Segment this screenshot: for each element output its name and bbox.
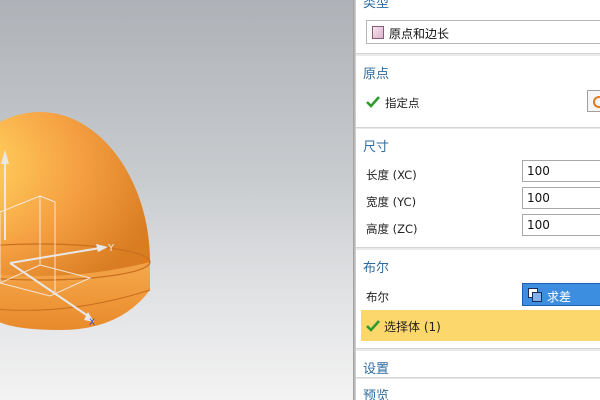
preview-section[interactable]: 预览 xyxy=(356,379,600,400)
boolean-label: 布尔 xyxy=(366,290,389,304)
origin-section: 原点 指定点 xyxy=(356,56,600,128)
width-input[interactable]: 100 xyxy=(522,187,600,209)
type-section-title: 类型 xyxy=(363,0,390,11)
preview-section-title: 预览 xyxy=(363,389,390,400)
dome-model[interactable]: Y X xyxy=(0,0,353,400)
settings-section-title: 设置 xyxy=(363,362,390,377)
subtract-icon xyxy=(528,288,542,302)
block-dialog-panel: 类型 原点和边长 原点 指定点 尺寸 长度 (XC) 100 宽度 (YC) 1… xyxy=(356,0,600,400)
select-body-label: 选择体 (1) xyxy=(384,320,441,334)
axis-y-label: Y xyxy=(107,243,115,254)
dimensions-section-title: 尺寸 xyxy=(363,140,390,155)
graphics-viewport[interactable]: Y X xyxy=(0,0,353,400)
checkmark-icon xyxy=(366,320,380,332)
boolean-dropdown[interactable]: 求差 xyxy=(522,283,600,306)
height-input[interactable]: 100 xyxy=(522,214,600,236)
point-constructor-icon xyxy=(593,96,600,108)
width-label: 宽度 (YC) xyxy=(366,195,417,209)
boolean-section-title: 布尔 xyxy=(363,261,390,276)
type-dropdown-value: 原点和边长 xyxy=(389,27,450,41)
specify-point-label: 指定点 xyxy=(385,96,420,110)
boolean-section: 布尔 布尔 求差 选择体 (1) xyxy=(356,250,600,349)
origin-section-title: 原点 xyxy=(363,67,390,82)
block-type-icon xyxy=(372,26,384,39)
boolean-dropdown-value: 求差 xyxy=(547,290,572,304)
settings-section[interactable]: 设置 xyxy=(356,351,600,378)
checkmark-icon xyxy=(366,96,380,108)
point-dialog-button[interactable] xyxy=(587,90,600,112)
type-section: 类型 原点和边长 xyxy=(356,0,600,54)
select-body-row[interactable]: 选择体 (1) xyxy=(361,310,600,341)
axis-x-label: X xyxy=(89,318,95,328)
height-label: 高度 (ZC) xyxy=(366,222,418,236)
dimensions-section: 尺寸 长度 (XC) 100 宽度 (YC) 100 高度 (ZC) 100 xyxy=(356,129,600,248)
length-input[interactable]: 100 xyxy=(522,160,600,182)
type-dropdown[interactable]: 原点和边长 xyxy=(366,20,600,44)
length-label: 长度 (XC) xyxy=(366,168,417,182)
